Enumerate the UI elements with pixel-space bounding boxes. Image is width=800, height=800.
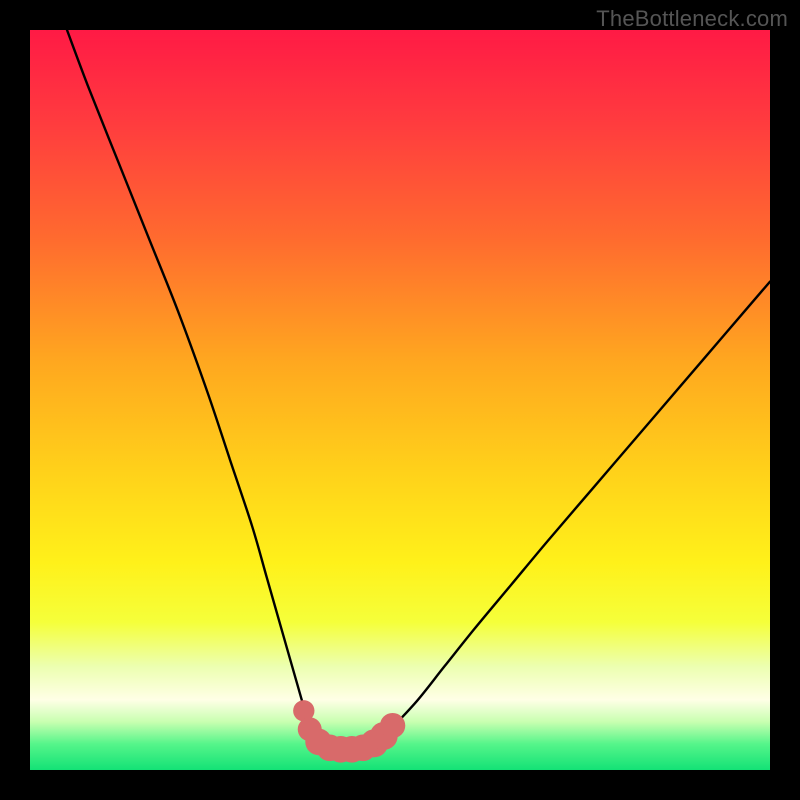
- chart-frame: [30, 30, 770, 770]
- chart-svg: [30, 30, 770, 770]
- bottleneck-curve: [67, 30, 770, 749]
- valley-marker: [380, 713, 405, 738]
- watermark-text: TheBottleneck.com: [596, 6, 788, 32]
- valley-marker-group: [293, 700, 405, 762]
